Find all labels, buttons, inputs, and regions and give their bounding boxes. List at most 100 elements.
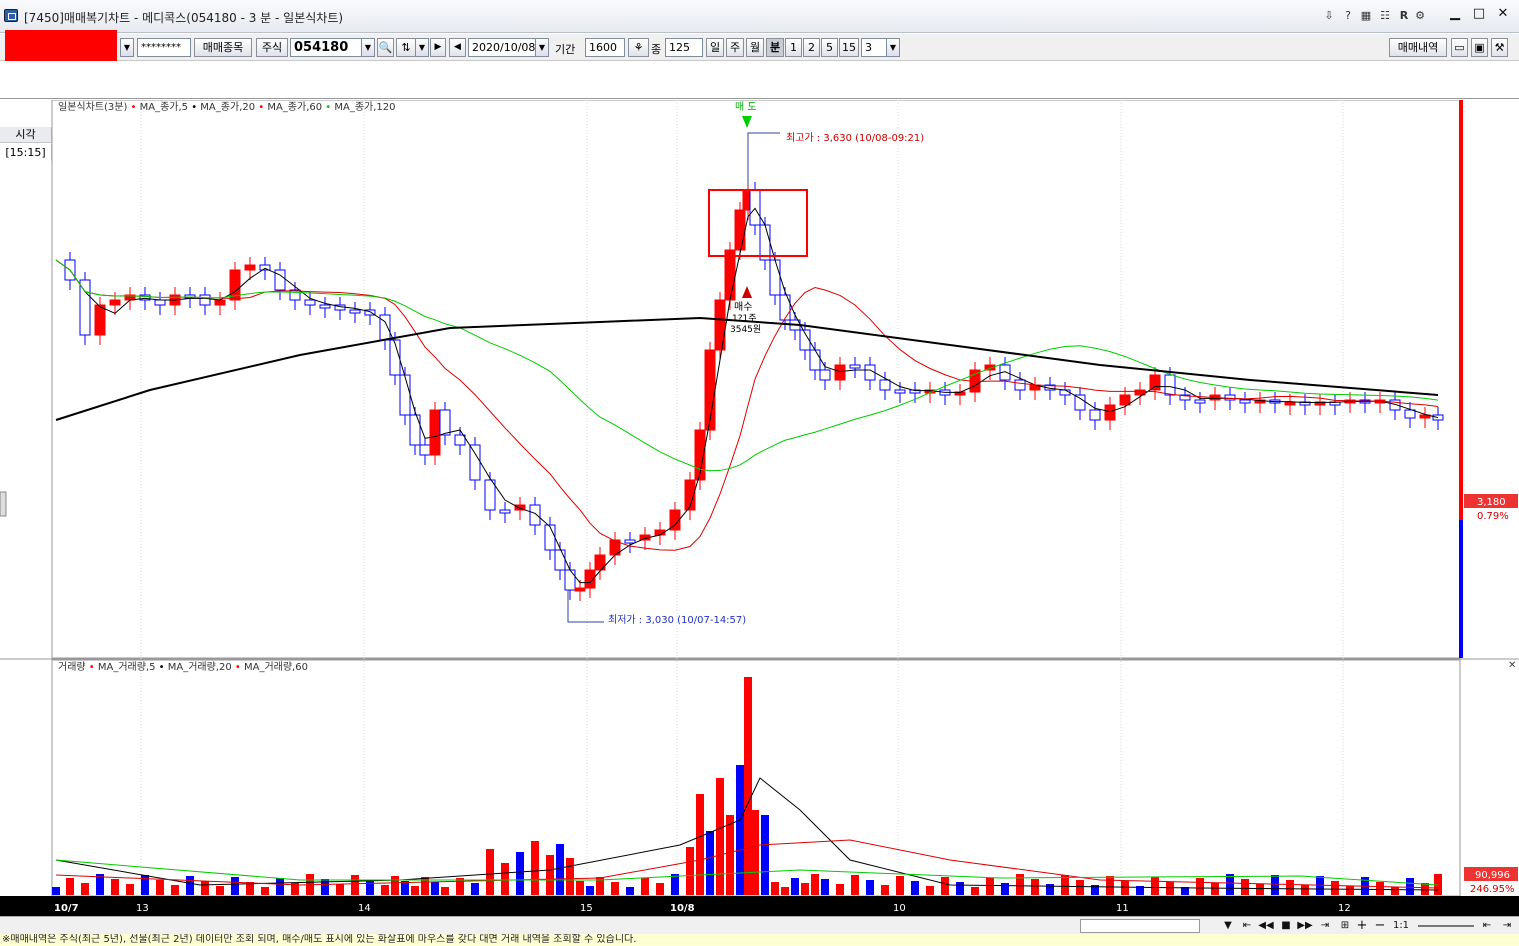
- sort-dropdown-icon[interactable]: ▼: [415, 38, 429, 57]
- volume-bar-23: [391, 876, 399, 895]
- candle-body-49: [714, 299, 726, 351]
- candle-body-53: [749, 189, 761, 226]
- tab-day[interactable]: 일: [706, 38, 724, 57]
- r-icon[interactable]: R: [1396, 9, 1412, 23]
- volume-bar-29: [456, 878, 464, 895]
- volume-bar-82: [1151, 877, 1159, 895]
- chart-area[interactable]: 10/7 13 14 15 10/8 10 11 12 일본식차트(3분) • MA_종가,5 …: [0, 99, 1519, 916]
- volume-bar-87: [1226, 874, 1234, 895]
- interval-5[interactable]: 5: [821, 38, 838, 57]
- date-input[interactable]: 2020/10/08: [468, 38, 536, 57]
- volume-bar-58: [801, 883, 809, 895]
- chart-type-icon[interactable]: ⚘: [628, 38, 649, 57]
- candle-body-23: [389, 339, 401, 376]
- account-password[interactable]: ********: [137, 38, 191, 57]
- settings-icon[interactable]: ⚙: [1412, 9, 1428, 23]
- prev-icon[interactable]: ◀: [449, 38, 466, 57]
- tab-month[interactable]: 월: [746, 38, 764, 57]
- market-select[interactable]: 주식: [256, 38, 288, 57]
- volume-legend: 거래량 • MA_거래량,5 • MA_거래량,20 • MA_거래량,60: [58, 661, 308, 673]
- grid-icon[interactable]: ▦: [1358, 9, 1374, 23]
- volume-bar-7: [156, 880, 164, 895]
- scroll-track[interactable]: [1080, 919, 1200, 933]
- x-axis-bar: [0, 896, 1519, 916]
- help-icon[interactable]: ?: [1340, 9, 1356, 23]
- stock-chart[interactable]: 10/7 13 14 15 10/8 10 11 12 일본식차트(3분) • MA_종가,5 …: [0, 99, 1519, 916]
- candle-body-30: [469, 444, 481, 481]
- candle-body-82: [1149, 374, 1161, 391]
- trade-history-button[interactable]: 매매내역: [1389, 38, 1447, 57]
- scroll-left-icon[interactable]: ⇤: [1480, 919, 1494, 933]
- last-icon[interactable]: ⇥: [1318, 919, 1332, 933]
- volume-bar-55: [771, 882, 779, 895]
- candle-body-87: [1224, 394, 1236, 401]
- scroll-right-icon[interactable]: ⇥: [1500, 919, 1514, 933]
- period-input[interactable]: 1600: [585, 38, 625, 57]
- volume-bar-56: [781, 887, 789, 895]
- interval-2[interactable]: 2: [803, 38, 820, 57]
- trade-item-button[interactable]: 매매종목: [194, 38, 252, 57]
- candle-body-11: [214, 299, 226, 306]
- volume-bar-21: [366, 880, 374, 895]
- candle-body-80: [1119, 394, 1131, 406]
- volume-bar-43: [641, 878, 649, 895]
- candle-body-35: [544, 524, 556, 551]
- save-icon[interactable]: ▣: [1471, 38, 1488, 57]
- sort-icon[interactable]: ⇅: [396, 38, 416, 57]
- interval-1[interactable]: 1: [785, 38, 802, 57]
- next-icon[interactable]: ▶: [430, 38, 446, 57]
- maximize-icon[interactable]: □: [1468, 5, 1490, 23]
- app-icon: [4, 9, 18, 22]
- zoom-fit-icon[interactable]: ⊞: [1338, 919, 1352, 933]
- zoom-in-icon[interactable]: +: [1356, 919, 1368, 933]
- interval-15[interactable]: 15: [839, 38, 859, 57]
- layout-icon[interactable]: ☷: [1377, 9, 1393, 23]
- tab-minute[interactable]: 분: [766, 38, 784, 57]
- volume-bar-80: [1121, 881, 1129, 895]
- x-axis-label-3: 15: [580, 903, 593, 914]
- candle-body-10: [199, 294, 211, 306]
- x-axis-label-0: 10/7: [54, 903, 79, 914]
- close-icon[interactable]: ✕: [1492, 5, 1514, 23]
- candle-body-85: [1194, 399, 1206, 404]
- wrench-icon[interactable]: ⚒: [1491, 38, 1508, 57]
- chart-navigation-bar: ▼ ⇤ ◀◀ ■ ▶▶ ⇥ ⊞ + − 1:1 ⇤ ⇥: [0, 916, 1519, 934]
- volume-bar-99: [1406, 878, 1414, 895]
- date-dropdown-icon[interactable]: ▼: [535, 38, 549, 57]
- zoom-out-icon[interactable]: −: [1374, 919, 1386, 933]
- folder-icon[interactable]: ▭: [1451, 38, 1468, 57]
- count-input[interactable]: 125: [665, 38, 703, 57]
- account-dropdown-icon[interactable]: ▼: [120, 38, 134, 57]
- volume-bar-48: [706, 831, 714, 895]
- candle-body-17: [304, 299, 316, 306]
- count-label: 종: [651, 43, 662, 56]
- volume-bar-90: [1271, 875, 1279, 895]
- rewind-icon[interactable]: ◀◀: [1258, 919, 1274, 933]
- forward-icon[interactable]: ▶▶: [1297, 919, 1313, 933]
- buy-marker-price: 3545원: [730, 324, 761, 335]
- interval-input[interactable]: 3: [861, 38, 887, 57]
- code-dropdown-icon[interactable]: ▼: [361, 38, 375, 57]
- scroll-end-icon[interactable]: ▼: [1222, 919, 1234, 933]
- first-icon[interactable]: ⇤: [1240, 919, 1254, 933]
- candle-body-73: [1014, 379, 1026, 391]
- buy-marker-label: 매수: [734, 301, 752, 313]
- candle-body-62: [849, 364, 861, 369]
- interval-dropdown-icon[interactable]: ▼: [886, 38, 900, 57]
- zoom-slider[interactable]: [1418, 925, 1474, 927]
- minimize-icon[interactable]: ▁: [1444, 5, 1466, 23]
- candle-body-38: [574, 587, 586, 592]
- stop-icon[interactable]: ■: [1280, 919, 1292, 933]
- candle-body-54: [759, 224, 771, 261]
- volume-bar-28: [441, 887, 449, 895]
- pin-icon[interactable]: ⇩: [1321, 9, 1337, 23]
- search-icon[interactable]: 🔍: [377, 38, 394, 57]
- x-axis-label-6: 11: [1116, 903, 1129, 914]
- code-input[interactable]: 054180: [290, 38, 362, 57]
- volume-bar-49: [716, 778, 724, 895]
- tab-week[interactable]: 주: [726, 38, 744, 57]
- volume-bar-5: [126, 884, 134, 895]
- current-change-tag: 0.79%: [1477, 511, 1509, 522]
- candle-body-32: [499, 509, 511, 514]
- candle-body-83: [1164, 374, 1176, 396]
